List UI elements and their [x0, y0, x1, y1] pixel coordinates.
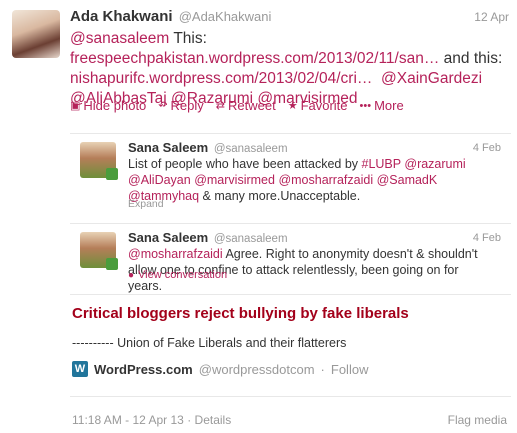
more-dots-icon: •••	[359, 99, 372, 112]
more-button[interactable]: ••• More	[360, 98, 404, 113]
more-label: More	[374, 98, 404, 113]
tweet-timestamp[interactable]: 11:18 AM - 12 Apr 13	[72, 413, 184, 427]
author-name[interactable]: Ada Khakwani	[70, 8, 173, 25]
conversation-icon: ●	[128, 269, 135, 281]
quoted-date[interactable]: 4 Feb	[473, 232, 501, 244]
hashtag-lubp[interactable]: #LUBP	[362, 157, 401, 171]
tweet-text-fragment: and this:	[439, 50, 503, 67]
mention-samadk[interactable]: @SamadK	[377, 173, 438, 187]
tweet-text: @sanasaleem This: freespeechpakistan.wor…	[70, 29, 510, 109]
separator-dot: ·	[187, 413, 192, 427]
quoted-avatar[interactable]	[80, 142, 118, 180]
view-conversation-link[interactable]: ● View conversation	[128, 269, 227, 281]
avatar-badge-icon	[106, 168, 118, 180]
divider	[70, 396, 511, 397]
quoted-author-handle[interactable]: @sanasaleem	[214, 143, 288, 155]
quoted-date[interactable]: 4 Feb	[473, 142, 501, 154]
quoted-tweet[interactable]: Sana Saleem @sanasaleem 4 Feb List of pe…	[70, 133, 511, 224]
photo-icon: ▣	[70, 100, 81, 112]
view-conversation-label: View conversation	[138, 269, 228, 281]
tweet-author: Ada Khakwani @AdaKhakwani	[70, 8, 271, 25]
mention-mosharrafzaidi[interactable]: @mosharrafzaidi	[278, 173, 373, 187]
link-nishapurifc[interactable]: nishapurifc.wordpress.com/2013/02/04/cri…	[70, 70, 372, 87]
author-avatar[interactable]	[12, 10, 60, 58]
quoted-text: List of people who have been attacked by…	[128, 156, 496, 204]
flag-media-link[interactable]: Flag media	[448, 413, 507, 427]
star-icon: ★	[287, 100, 298, 112]
quoted-author-name[interactable]: Sana Saleem	[128, 230, 208, 245]
quoted-author: Sana Saleem @sanasaleem	[128, 230, 288, 245]
card-attribution: W WordPress.com @wordpressdotcom · Follo…	[72, 361, 368, 377]
hide-photo-label: Hide photo	[83, 98, 147, 113]
tweet-date[interactable]: 12 Apr	[474, 10, 509, 24]
reply-icon: ↶	[158, 100, 168, 112]
avatar-badge-icon	[106, 258, 118, 270]
favorite-label: Favorite	[300, 98, 348, 113]
card-site-handle[interactable]: @wordpressdotcom	[199, 362, 315, 377]
card-site-name[interactable]: WordPress.com	[94, 362, 193, 377]
favorite-button[interactable]: ★ Favorite	[288, 98, 348, 113]
details-link[interactable]: Details	[195, 413, 232, 427]
tweet-actions: ▣ Hide photo ↶ Reply ⇄ Retweet ★ Favorite ••…	[70, 98, 404, 113]
separator-dot: ·	[320, 361, 325, 377]
reply-label: Reply	[170, 98, 204, 113]
quoted-tweet[interactable]: Sana Saleem @sanasaleem 4 Feb @mosharraf…	[70, 223, 511, 295]
mention-mosharrafzaidi[interactable]: @mosharrafzaidi	[128, 247, 223, 261]
quoted-author-handle[interactable]: @sanasaleem	[214, 233, 288, 245]
retweet-label: Retweet	[227, 98, 276, 113]
author-handle[interactable]: @AdaKhakwani	[179, 9, 272, 24]
quoted-text-fragment: List of people who have been attacked by	[128, 157, 362, 171]
mention-sanasaleem[interactable]: @sanasaleem	[70, 30, 169, 47]
mention-alidayan[interactable]: @AliDayan	[128, 173, 191, 187]
mention-marvisirmed[interactable]: @marvisirmed	[194, 173, 275, 187]
retweet-icon: ⇄	[215, 100, 225, 112]
follow-link[interactable]: Follow	[331, 362, 369, 377]
hide-photo-button[interactable]: ▣ Hide photo	[70, 98, 146, 113]
card-headline[interactable]: Critical bloggers reject bullying by fak…	[72, 305, 409, 322]
tweet-meta: 11:18 AM - 12 Apr 13 · Details	[72, 413, 231, 427]
tweet-text-fragment: This:	[169, 30, 207, 47]
quoted-author-name[interactable]: Sana Saleem	[128, 140, 208, 155]
card-description: ---------- Union of Fake Liberals and th…	[72, 336, 347, 350]
reply-button[interactable]: ↶ Reply	[158, 98, 203, 113]
mention-xaingardezi[interactable]: @XainGardezi	[381, 70, 482, 87]
quoted-author: Sana Saleem @sanasaleem	[128, 140, 288, 155]
mention-razarumi[interactable]: @razarumi	[404, 157, 465, 171]
retweet-button[interactable]: ⇄ Retweet	[216, 98, 276, 113]
quoted-avatar[interactable]	[80, 232, 118, 270]
wordpress-logo-icon: W	[72, 361, 88, 377]
expand-link[interactable]: Expand	[128, 198, 164, 210]
quoted-text-fragment: & many more.Unacceptable.	[199, 189, 361, 203]
link-freespeechpakistan[interactable]: freespeechpakistan.wordpress.com/2013/02…	[70, 50, 439, 67]
